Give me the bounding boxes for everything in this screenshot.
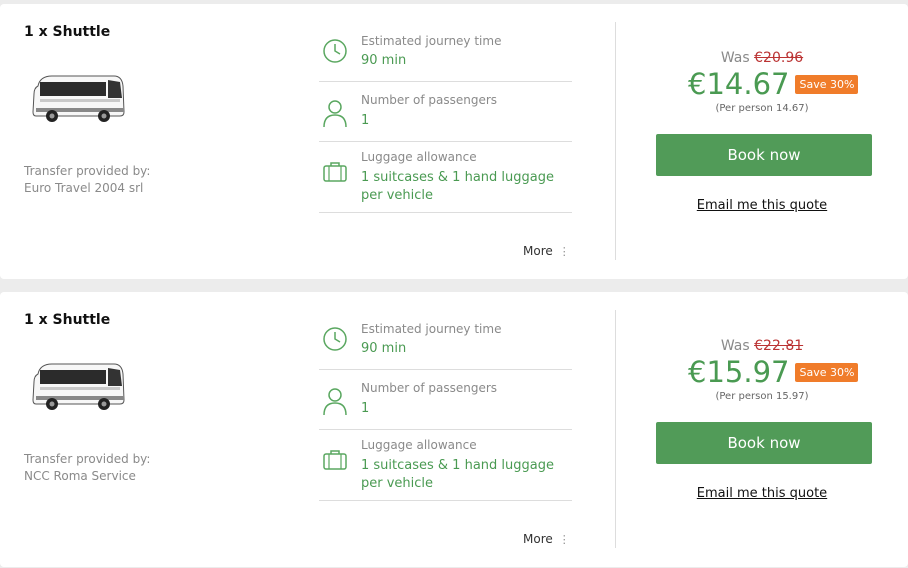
passengers-row: Number of passengers 1 <box>319 370 572 430</box>
was-price: Was €20.96 <box>616 50 908 66</box>
luggage-icon <box>323 450 347 470</box>
luggage-label: Luggage allowance <box>361 150 477 164</box>
luggage-value: 1 suitcases & 1 hand luggage per vehicle <box>361 170 554 203</box>
save-badge: Save 30% <box>795 362 859 382</box>
more-label: More <box>523 532 553 546</box>
vehicle-title: 1 x Shuttle <box>24 24 111 40</box>
price-row: €14.67 Save 30% <box>688 67 859 101</box>
journey-time-row: Estimated journey time 90 min <box>319 24 572 82</box>
bus-image <box>32 75 125 122</box>
passengers-label: Number of passengers <box>361 381 498 395</box>
journey-time-value: 90 min <box>361 341 407 356</box>
luggage-label: Luggage allowance <box>361 438 477 452</box>
transfer-result-card: 1 x Shuttle Transfer provided by: Euro T… <box>0 4 908 279</box>
person-icon <box>323 100 347 128</box>
clock-icon <box>323 327 347 351</box>
luggage-icon <box>323 162 347 182</box>
provider-name: Euro Travel 2004 srl <box>24 181 144 195</box>
email-quote-link[interactable]: Email me this quote <box>616 198 908 213</box>
was-label: Was <box>720 50 750 66</box>
per-person-price: (Per person 14.67) <box>715 103 809 114</box>
transfer-result-card: 1 x Shuttle Transfer provided by: NCC Ro… <box>0 292 908 567</box>
price-row: €15.97 Save 30% <box>688 355 859 389</box>
per-person-price: (Per person 15.97) <box>715 391 809 402</box>
more-link[interactable]: More ⋮ <box>523 532 570 546</box>
more-label: More <box>523 244 553 258</box>
provider-label: Transfer provided by: <box>24 452 151 466</box>
email-quote-link[interactable]: Email me this quote <box>616 486 908 501</box>
book-now-button[interactable]: Book now <box>656 134 872 176</box>
person-icon <box>323 388 347 416</box>
bus-image <box>32 363 125 410</box>
clock-icon <box>323 39 347 63</box>
passengers-value: 1 <box>361 113 370 128</box>
was-price: Was €22.81 <box>616 338 908 354</box>
vertical-dots-icon: ⋮ <box>558 533 570 546</box>
vehicle-title: 1 x Shuttle <box>24 312 111 328</box>
current-price: €15.97 <box>688 355 790 389</box>
passengers-row: Number of passengers 1 <box>319 82 572 142</box>
trip-details: Estimated journey time 90 min Number of … <box>319 312 572 501</box>
journey-time-label: Estimated journey time <box>361 322 502 336</box>
was-label: Was <box>720 338 750 354</box>
save-badge: Save 30% <box>795 74 859 94</box>
journey-time-value: 90 min <box>361 53 407 68</box>
luggage-value: 1 suitcases & 1 hand luggage per vehicle <box>361 458 554 491</box>
journey-time-label: Estimated journey time <box>361 34 502 48</box>
luggage-row: Luggage allowance 1 suitcases & 1 hand l… <box>319 430 572 501</box>
trip-details: Estimated journey time 90 min Number of … <box>319 24 572 213</box>
passengers-value: 1 <box>361 401 370 416</box>
provider-label: Transfer provided by: <box>24 164 151 178</box>
book-now-button[interactable]: Book now <box>656 422 872 464</box>
vertical-dots-icon: ⋮ <box>558 245 570 258</box>
luggage-row: Luggage allowance 1 suitcases & 1 hand l… <box>319 142 572 213</box>
passengers-label: Number of passengers <box>361 93 498 107</box>
provider-name: NCC Roma Service <box>24 469 136 483</box>
more-link[interactable]: More ⋮ <box>523 244 570 258</box>
current-price: €14.67 <box>688 67 790 101</box>
old-price: €22.81 <box>754 338 804 354</box>
journey-time-row: Estimated journey time 90 min <box>319 312 572 370</box>
old-price: €20.96 <box>754 50 804 66</box>
